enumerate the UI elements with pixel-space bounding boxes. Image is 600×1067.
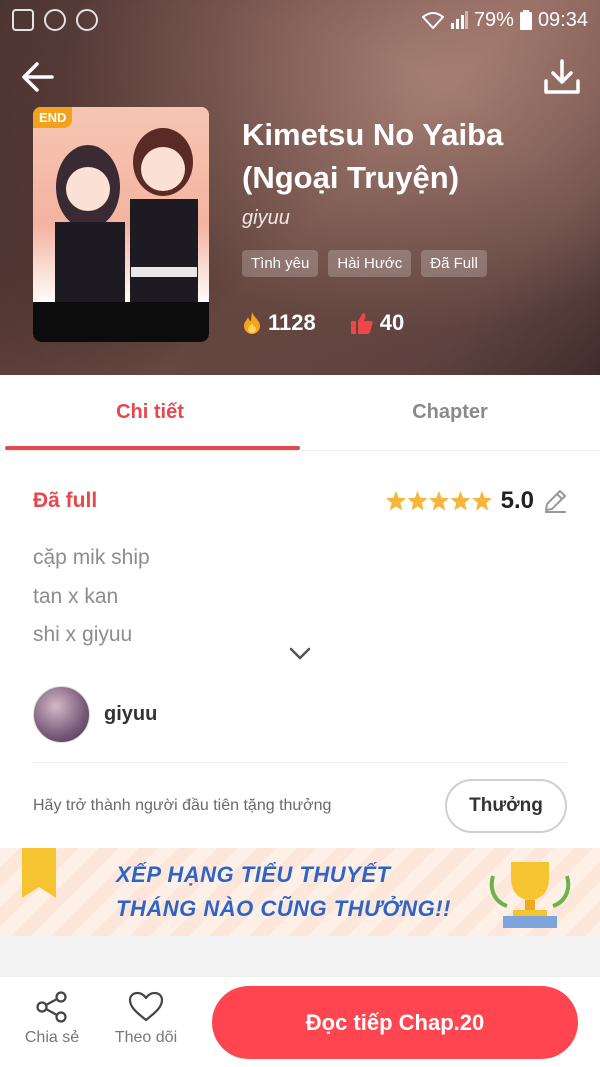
detail-panel: Đã full 5.0 cặp mik ship tan x kan shi x… xyxy=(0,451,600,851)
share-label: Chia sẻ xyxy=(24,1029,80,1046)
tab-chapter[interactable]: Chapter xyxy=(300,375,600,450)
story-cover[interactable]: END xyxy=(33,107,209,342)
story-title: Kimetsu No Yaiba (Ngoại Truyện) xyxy=(242,117,504,195)
continue-reading-button[interactable]: Đọc tiếp Chap.20 xyxy=(212,986,578,1059)
follow-button[interactable]: Theo dõi xyxy=(112,991,180,1047)
star-icons xyxy=(385,491,492,511)
tab-bar: Chi tiết Chapter xyxy=(0,375,600,451)
description-line: tan x kan xyxy=(33,584,119,608)
author-name: giyuu xyxy=(104,703,158,725)
clock: 09:34 xyxy=(537,8,588,31)
avatar xyxy=(33,686,90,743)
rating: 5.0 xyxy=(385,487,568,515)
rating-stars xyxy=(385,490,493,512)
rating-value: 5.0 xyxy=(500,487,534,514)
fire-icon xyxy=(244,312,260,334)
section-gap xyxy=(0,936,600,976)
reward-button[interactable]: Thưởng xyxy=(445,779,567,833)
image-icon xyxy=(12,9,34,31)
back-button[interactable] xyxy=(16,55,60,99)
wifi-icon xyxy=(421,12,444,29)
cover-art xyxy=(33,107,209,305)
views-stat: 1128 xyxy=(242,310,316,336)
divider xyxy=(33,762,567,763)
story-header: 79% 09:34 END Kimetsu No Yaiba (Ngoại Tr… xyxy=(0,0,600,375)
thumbs-up-icon xyxy=(350,313,373,334)
battery-icon xyxy=(519,10,532,30)
tag-item[interactable]: Tình yêu xyxy=(242,250,319,277)
status-bar: 79% 09:34 xyxy=(0,0,600,40)
trophy-icon xyxy=(489,862,571,928)
genre-tags: Tình yêu Hài Hước Đã Full xyxy=(242,250,487,277)
messenger-icon xyxy=(44,9,66,31)
ranking-banner[interactable]: XẾP HẠNG TIỂU THUYẾT THÁNG NÀO CŨNG THƯỞ… xyxy=(0,848,600,936)
reward-prompt: Hãy trở thành người đầu tiên tặng thưởng xyxy=(33,797,332,814)
tag-item[interactable]: Hài Hước xyxy=(328,250,412,277)
story-author[interactable]: giyuu xyxy=(242,207,290,230)
banner-subtitle: THÁNG NÀO CŨNG THƯỞNG!! xyxy=(116,896,451,921)
likes-count: 40 xyxy=(379,310,405,335)
battery-percent: 79% xyxy=(473,8,514,31)
follow-label: Theo dõi xyxy=(114,1029,178,1046)
story-detail-screen: 79% 09:34 END Kimetsu No Yaiba (Ngoại Tr… xyxy=(0,0,600,1067)
author-row[interactable]: giyuu xyxy=(33,686,157,743)
download-icon xyxy=(544,59,580,94)
signal-icon xyxy=(450,11,468,29)
story-stats: 1128 40 xyxy=(242,310,404,336)
story-description: cặp mik ship tan x kan shi x giyuu xyxy=(33,539,150,655)
arrow-left-icon xyxy=(22,62,54,92)
heart-icon xyxy=(128,991,164,1022)
likes-stat: 40 xyxy=(350,310,404,336)
description-line: cặp mik ship xyxy=(33,546,150,569)
sync-icon xyxy=(76,9,98,31)
description-line: shi x giyuu xyxy=(33,623,133,646)
completion-status: Đã full xyxy=(33,489,98,512)
views-count: 1128 xyxy=(268,310,316,335)
end-badge: END xyxy=(33,107,73,128)
banner-title: XẾP HẠNG TIỂU THUYẾT xyxy=(116,862,391,887)
cover-bottom-band xyxy=(33,302,209,342)
share-button[interactable]: Chia sẻ xyxy=(22,991,82,1047)
chevron-down-icon[interactable] xyxy=(288,646,312,662)
download-button[interactable] xyxy=(540,55,584,99)
edit-pencil-icon[interactable] xyxy=(542,488,568,514)
bottom-action-bar: Chia sẻ Theo dõi Đọc tiếp Chap.20 xyxy=(0,976,600,1067)
tab-details[interactable]: Chi tiết xyxy=(0,375,300,450)
share-icon xyxy=(36,991,67,1023)
tag-item[interactable]: Đã Full xyxy=(421,250,487,277)
